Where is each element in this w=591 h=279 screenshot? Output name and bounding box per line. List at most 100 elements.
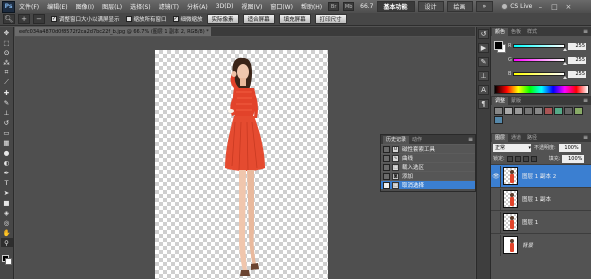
history-source-icon[interactable] xyxy=(383,181,390,189)
close-button[interactable]: × xyxy=(562,2,574,12)
tab-adjustments[interactable]: 调整 xyxy=(492,96,509,105)
move-tool-icon[interactable]: ✥ xyxy=(1,28,13,37)
brightness-icon[interactable] xyxy=(494,107,503,115)
red-value[interactable]: 255 xyxy=(568,42,586,50)
menu-3d[interactable]: 3D(D) xyxy=(212,3,238,10)
panel-menu-icon[interactable]: ≡ xyxy=(468,136,473,143)
zoom-tool-icon[interactable]: ⚲ xyxy=(0,238,13,247)
pen-tool-icon[interactable]: ✒ xyxy=(1,168,13,177)
fill-screen-button[interactable]: 填充屏幕 xyxy=(278,14,311,24)
document-tab[interactable]: eefc034a4870d0f8572f2ca2d7bc22f_b.jpg @ … xyxy=(15,27,211,36)
menu-help[interactable]: 帮助(H) xyxy=(297,2,326,11)
history-item[interactable]: ⬚ 载入选区 xyxy=(381,162,475,171)
lock-position-icon[interactable] xyxy=(522,155,529,162)
zoom-in-icon[interactable]: + xyxy=(18,14,30,24)
history-item[interactable]: ʘ 磁性套索工具 xyxy=(381,144,475,153)
brushes-panel-icon[interactable]: ✎ xyxy=(478,57,489,67)
history-source-icon[interactable] xyxy=(383,163,390,171)
slider-knob-icon[interactable] xyxy=(563,62,567,65)
photo-filter-icon[interactable] xyxy=(574,107,583,115)
mini-bridge-icon[interactable]: Mb xyxy=(343,2,355,11)
fill-input[interactable]: 100% xyxy=(562,154,585,163)
lock-all-icon[interactable] xyxy=(530,155,537,162)
menu-select[interactable]: 选择(S) xyxy=(126,2,155,11)
visibility-toggle-icon[interactable] xyxy=(492,188,501,210)
eye-icon[interactable]: 👁︎ xyxy=(492,165,501,187)
history-item[interactable]: ◙ 添加 xyxy=(381,171,475,180)
dodge-tool-icon[interactable]: ◐ xyxy=(1,158,13,167)
hue-saturation-icon[interactable] xyxy=(544,107,553,115)
history-source-icon[interactable] xyxy=(383,172,390,180)
color-spectrum-bar[interactable] xyxy=(494,85,589,94)
history-source-icon[interactable] xyxy=(383,145,390,153)
panel-menu-icon[interactable]: ≡ xyxy=(583,28,590,35)
fit-screen-button[interactable]: 适合屏幕 xyxy=(242,14,275,24)
slider-knob-icon[interactable] xyxy=(563,48,567,51)
opacity-input[interactable]: 100% xyxy=(558,143,581,152)
green-value[interactable]: 255 xyxy=(568,56,586,64)
workspace-essentials[interactable]: 基本功能 xyxy=(376,1,415,12)
menu-edit[interactable]: 编辑(E) xyxy=(43,2,71,11)
tab-channels[interactable]: 通道 xyxy=(508,134,524,142)
vibrance-icon[interactable] xyxy=(534,107,543,115)
hand-tool-icon[interactable]: ✋ xyxy=(1,228,13,237)
clone-stamp-icon[interactable]: ⊥ xyxy=(1,108,13,117)
scrubby-zoom-checkbox[interactable]: ✓ 细微缩放 xyxy=(172,15,203,23)
tab-actions[interactable]: 动作 xyxy=(409,136,425,144)
actual-pixels-button[interactable]: 实际像素 xyxy=(206,14,239,24)
menu-image[interactable]: 图像(I) xyxy=(72,2,98,11)
zoom-icon[interactable]: 🔍︎ xyxy=(3,14,15,24)
type-tool-icon[interactable]: T xyxy=(1,178,13,187)
3d-camera-icon[interactable]: ◎ xyxy=(1,218,13,227)
gradient-tool-icon[interactable]: ▦ xyxy=(1,138,13,147)
lock-transparent-icon[interactable] xyxy=(506,155,513,162)
blur-tool-icon[interactable]: ● xyxy=(1,148,13,157)
history-panel-icon[interactable]: ↺ xyxy=(478,29,489,39)
layer-row[interactable]: 图层 1 xyxy=(491,210,591,233)
background-color-swatch[interactable] xyxy=(5,258,12,265)
maximize-button[interactable]: □ xyxy=(548,2,560,12)
eyedropper-tool-icon[interactable]: ⟋ xyxy=(1,78,13,87)
blue-value[interactable]: 255 xyxy=(568,70,586,78)
actions-panel-icon[interactable]: ▶ xyxy=(478,43,489,53)
print-size-button[interactable]: 打印尺寸 xyxy=(314,14,347,24)
slider-knob-icon[interactable] xyxy=(563,76,567,79)
history-brush-icon[interactable]: ↺ xyxy=(1,118,13,127)
menu-layer[interactable]: 图层(L) xyxy=(98,2,126,11)
eraser-tool-icon[interactable]: ▭ xyxy=(1,128,13,137)
workspace-design[interactable]: 设计 xyxy=(417,1,444,12)
layer-row[interactable]: 图层 1 副本 xyxy=(491,187,591,210)
blend-mode-select[interactable]: 正常 ▾ xyxy=(493,143,531,152)
visibility-toggle-icon[interactable] xyxy=(492,234,501,256)
menu-filter[interactable]: 滤镜(T) xyxy=(155,2,183,11)
color-balance-icon[interactable] xyxy=(554,107,563,115)
tab-layers[interactable]: 图层 xyxy=(492,133,509,142)
menu-analysis[interactable]: 分析(A) xyxy=(183,2,212,11)
brush-tool-icon[interactable]: ✎ xyxy=(1,98,13,107)
visibility-toggle-icon[interactable] xyxy=(492,211,501,233)
history-item-selected[interactable]: ⬚ 取消选择 xyxy=(381,180,475,189)
path-select-icon[interactable]: ➤ xyxy=(1,188,13,197)
tab-paths[interactable]: 路径 xyxy=(524,134,540,142)
minimize-button[interactable]: – xyxy=(534,2,546,12)
marquee-tool-icon[interactable]: ⬚ xyxy=(1,38,13,47)
healing-brush-icon[interactable]: ✚ xyxy=(1,88,13,97)
panel-menu-icon[interactable]: ≡ xyxy=(583,97,590,104)
zoom-out-icon[interactable]: − xyxy=(33,14,45,24)
quick-select-tool-icon[interactable]: ⁂ xyxy=(1,58,13,67)
history-source-icon[interactable] xyxy=(383,154,390,162)
resize-windows-checkbox[interactable]: ✓ 调整窗口大小以满屏显示 xyxy=(51,15,120,23)
layer-row[interactable]: 👁︎ 图层 1 副本 2 xyxy=(491,164,591,187)
lasso-tool-icon[interactable]: ʘ xyxy=(1,48,13,57)
document-canvas[interactable] xyxy=(155,50,328,279)
zoom-all-windows-checkbox[interactable]: 缩放所有窗口 xyxy=(125,15,167,23)
black-white-icon[interactable] xyxy=(564,107,573,115)
cs-live-button[interactable]: CS Live xyxy=(501,3,532,10)
green-slider[interactable] xyxy=(513,58,567,65)
foreground-color-chip[interactable] xyxy=(494,41,503,50)
curves-icon[interactable] xyxy=(514,107,523,115)
character-panel-icon[interactable]: A xyxy=(478,85,489,95)
blue-slider[interactable] xyxy=(513,72,567,79)
exposure-icon[interactable] xyxy=(524,107,533,115)
tab-history[interactable]: 历史记录 xyxy=(383,135,410,144)
